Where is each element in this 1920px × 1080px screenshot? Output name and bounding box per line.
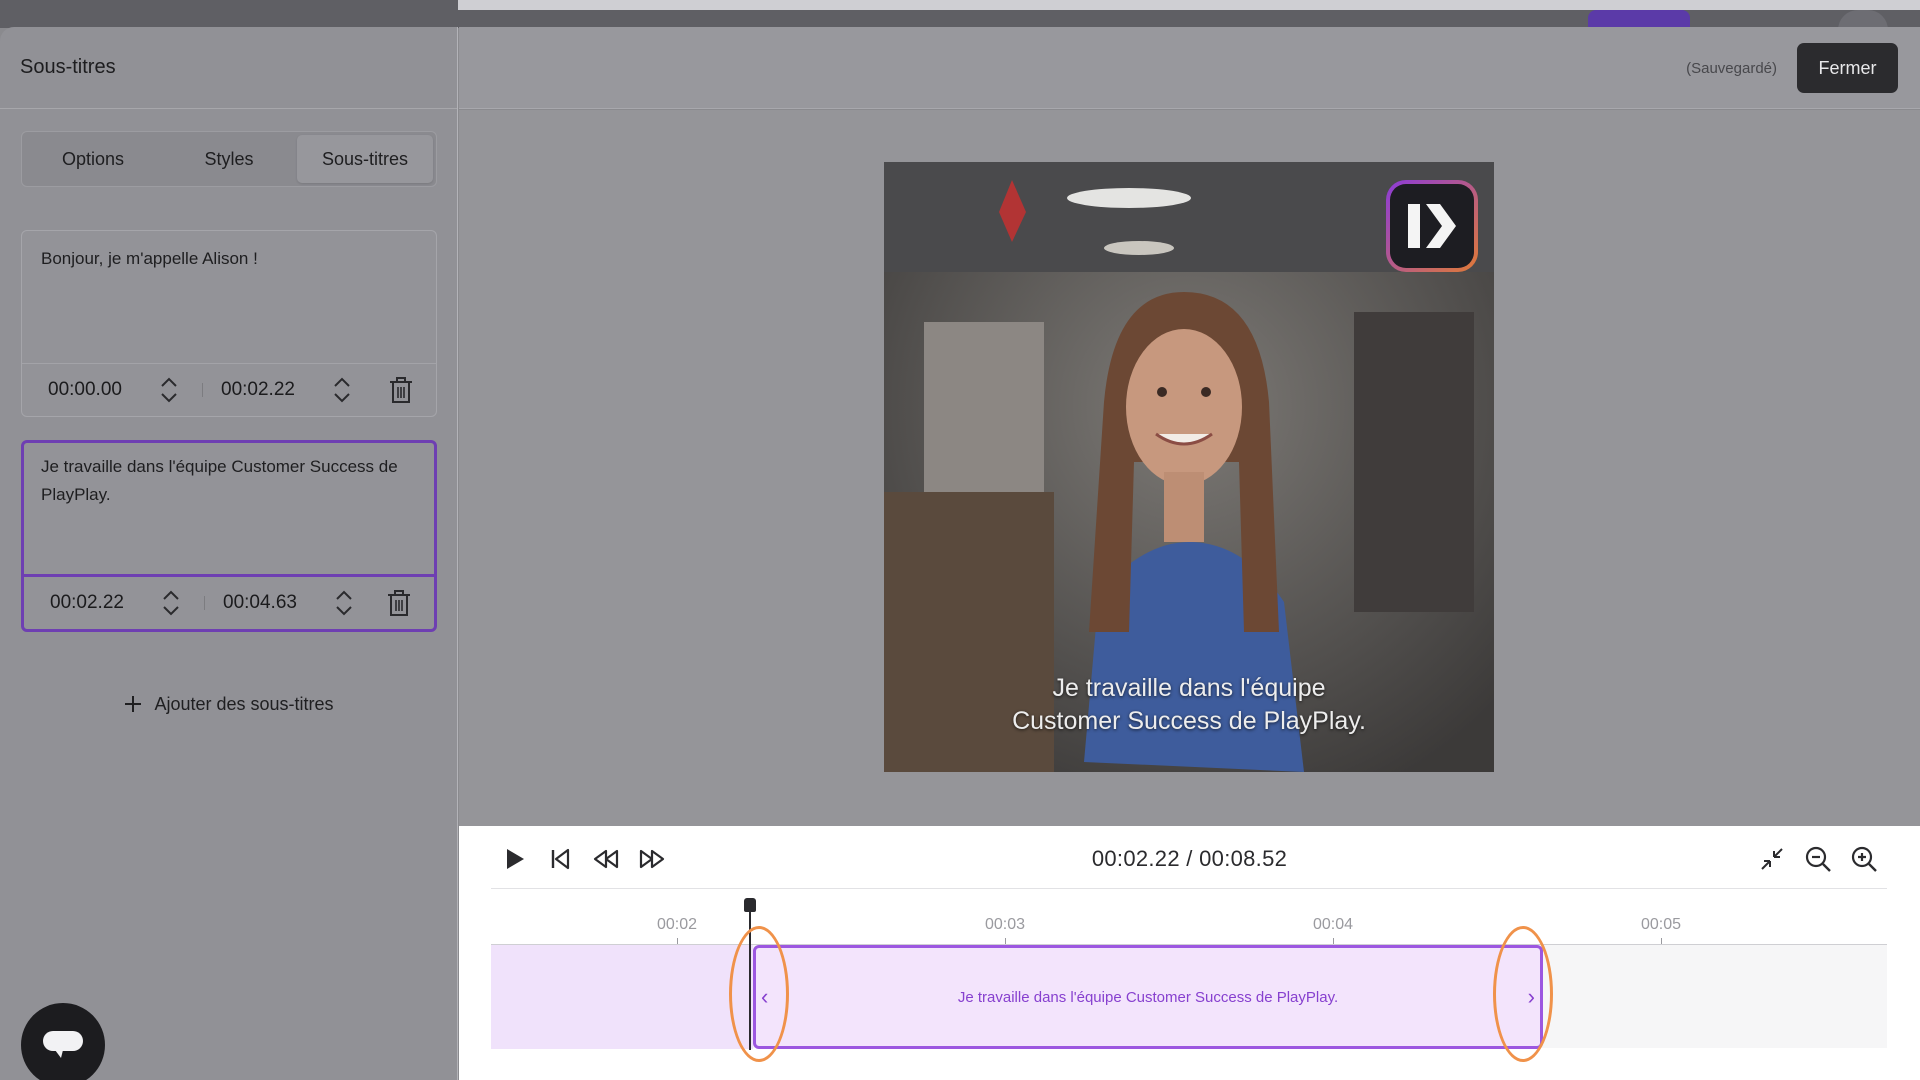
highlight-ring-right	[1493, 926, 1553, 1062]
tab-styles[interactable]: Styles	[161, 135, 297, 183]
subtitle-card-selected[interactable]: Je travaille dans l'équipe Customer Succ…	[21, 440, 437, 632]
start-time-stepper-icon[interactable]	[158, 374, 180, 406]
subtitle-text-field[interactable]: Bonjour, je m'appelle Alison !	[22, 231, 436, 364]
add-subtitles-label: Ajouter des sous-titres	[154, 693, 334, 714]
end-time-field[interactable]: 00:02.22	[221, 379, 325, 401]
zoom-in-icon[interactable]	[1849, 844, 1879, 874]
highlight-ring-left	[729, 926, 789, 1062]
play-mark-glyph	[1408, 204, 1456, 248]
time-separator	[202, 383, 203, 397]
panel-header: Sous-titres	[0, 27, 457, 109]
start-time-field[interactable]: 00:02.22	[50, 592, 154, 614]
chat-support-button[interactable]	[21, 1003, 105, 1080]
end-time-stepper-icon[interactable]	[333, 587, 355, 619]
video-caption-line2: Customer Success de PlayPlay.	[1012, 707, 1366, 735]
subtitle-text-field[interactable]: Je travaille dans l'équipe Customer Succ…	[24, 443, 434, 577]
panel-title: Sous-titres	[20, 56, 116, 78]
end-time-field[interactable]: 00:04.63	[223, 592, 327, 614]
video-caption-overlay: Je travaille dans l'équipe Customer Succ…	[884, 672, 1494, 738]
video-frame[interactable]: Je travaille dans l'équipe Customer Succ…	[884, 162, 1494, 772]
player-panel: 00:02.22 / 00:08.52 00:02 00:03 00:04 00…	[459, 826, 1920, 1080]
player-divider	[491, 888, 1887, 889]
tab-bar: Options Styles Sous-titres	[21, 131, 437, 187]
playplay-logo-icon	[1386, 180, 1478, 272]
close-button[interactable]: Fermer	[1797, 43, 1898, 93]
tick-label: 00:05	[1640, 916, 1682, 933]
plus-icon	[125, 696, 142, 712]
playhead-handle[interactable]	[744, 898, 756, 912]
time-separator	[204, 596, 205, 610]
delete-trash-icon[interactable]	[386, 589, 412, 617]
start-time-stepper-icon[interactable]	[160, 587, 182, 619]
tab-subtitles[interactable]: Sous-titres	[297, 135, 433, 183]
collapse-icon[interactable]	[1757, 844, 1787, 874]
editor-header: (Sauvegardé) Fermer	[459, 27, 1920, 109]
tick-label: 00:03	[984, 916, 1026, 933]
zoom-out-icon[interactable]	[1803, 844, 1833, 874]
subtitles-panel: Sous-titres Options Styles Sous-titres B…	[0, 27, 458, 1080]
subtitle-card[interactable]: Bonjour, je m'appelle Alison ! 00:00.00 …	[21, 230, 437, 417]
start-time-field[interactable]: 00:00.00	[48, 379, 152, 401]
time-display: 00:02.22 / 00:08.52	[1091, 846, 1288, 871]
delete-trash-icon[interactable]	[388, 376, 414, 404]
subtitle-times: 00:02.22 00:04.63	[24, 577, 434, 629]
chat-bubble-icon	[43, 1031, 83, 1058]
add-subtitles-button[interactable]: Ajouter des sous-titres	[21, 687, 437, 721]
saved-status: (Sauvegardé)	[1686, 60, 1777, 77]
subtitle-segment-current[interactable]: ‹ Je travaille dans l'équipe Customer Su…	[753, 945, 1543, 1049]
background-app-bar-light	[458, 0, 1920, 10]
tick-label: 00:04	[1312, 916, 1354, 933]
tick-label: 00:02	[656, 916, 698, 933]
tab-options[interactable]: Options	[25, 135, 161, 183]
video-caption-line1: Je travaille dans l'équipe	[1052, 674, 1326, 702]
end-time-stepper-icon[interactable]	[331, 374, 353, 406]
subtitle-times: 00:00.00 00:02.22	[22, 364, 436, 416]
video-preview-area: Je travaille dans l'équipe Customer Succ…	[459, 110, 1920, 826]
segment-label: Je travaille dans l'équipe Customer Succ…	[957, 988, 1339, 1006]
subtitle-segment-previous[interactable]	[491, 945, 753, 1049]
subtitle-track[interactable]: ‹ Je travaille dans l'équipe Customer Su…	[491, 944, 1887, 1049]
